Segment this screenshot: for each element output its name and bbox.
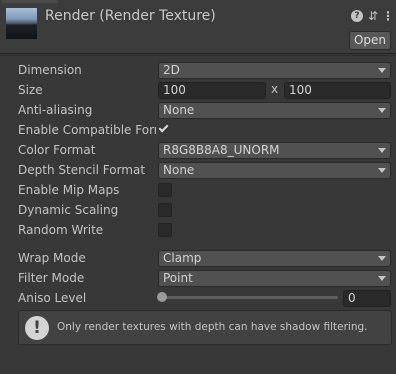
aniso-level-slider-handle[interactable]: [157, 292, 167, 302]
enable-mip-maps-label: Enable Mip Maps: [18, 183, 120, 197]
color-format-dropdown[interactable]: R8G8B8A8_UNORM: [158, 142, 391, 159]
random-write-label: Random Write: [18, 223, 104, 237]
depth-stencil-format-label: Depth Stencil Format: [18, 163, 146, 177]
depth-stencil-format-value: None: [163, 163, 195, 177]
anti-aliasing-value: None: [163, 103, 195, 117]
anti-aliasing-dropdown[interactable]: None: [158, 102, 391, 119]
aniso-level-field[interactable]: 0: [343, 290, 391, 307]
aniso-level-label: Aniso Level: [18, 291, 87, 305]
filter-mode-label: Filter Mode: [18, 271, 85, 285]
open-button[interactable]: Open: [349, 31, 391, 50]
dimension-dropdown[interactable]: 2D: [158, 62, 391, 79]
anti-aliasing-label: Anti-aliasing: [18, 103, 93, 117]
texture-preview-thumbnail: [6, 8, 37, 39]
presets-icon[interactable]: ⇵: [367, 9, 379, 23]
helpbox-message: Only render textures with depth can have…: [57, 321, 368, 333]
chevron-down-icon: [378, 68, 386, 73]
color-format-label: Color Format: [18, 143, 96, 157]
header-divider: [0, 55, 396, 56]
dynamic-scaling-label: Dynamic Scaling: [18, 203, 119, 217]
inspector-header: Render (Render Texture) ? ⇵ ⋮ Open: [0, 0, 396, 54]
dimension-value: 2D: [163, 63, 180, 77]
chevron-down-icon: [378, 168, 386, 173]
wrap-mode-label: Wrap Mode: [18, 251, 86, 265]
size-label: Size: [18, 83, 43, 97]
filter-mode-value: Point: [163, 271, 193, 285]
info-warning-icon: !: [25, 316, 49, 340]
aniso-level-slider-track[interactable]: [160, 296, 338, 299]
dimension-label: Dimension: [18, 63, 82, 77]
enable-compatible-format-label: Enable Compatible Form: [18, 123, 156, 137]
chevron-down-icon: [378, 108, 386, 113]
checkmark-icon: [158, 122, 169, 133]
enable-mip-maps-checkbox[interactable]: [158, 183, 172, 197]
enable-compatible-format-checkbox[interactable]: [158, 122, 172, 137]
size-width-field[interactable]: 100: [158, 82, 266, 99]
size-height-field[interactable]: 100: [284, 82, 391, 99]
random-write-checkbox[interactable]: [158, 223, 172, 237]
shadow-filtering-helpbox: ! Only render textures with depth can ha…: [18, 310, 392, 345]
tab-edge: [2, 0, 58, 3]
filter-mode-dropdown[interactable]: Point: [158, 270, 391, 287]
chevron-down-icon: [378, 256, 386, 261]
dynamic-scaling-checkbox[interactable]: [158, 203, 172, 217]
chevron-down-icon: [378, 276, 386, 281]
wrap-mode-value: Clamp: [163, 251, 202, 265]
help-icon[interactable]: ?: [351, 10, 363, 22]
color-format-value: R8G8B8A8_UNORM: [163, 143, 280, 157]
wrap-mode-dropdown[interactable]: Clamp: [158, 250, 391, 267]
context-menu-icon[interactable]: ⋮: [382, 9, 394, 23]
depth-stencil-format-dropdown[interactable]: None: [158, 162, 391, 179]
inspector-title: Render (Render Texture): [45, 8, 216, 24]
size-separator: x: [271, 82, 279, 96]
chevron-down-icon: [378, 148, 386, 153]
